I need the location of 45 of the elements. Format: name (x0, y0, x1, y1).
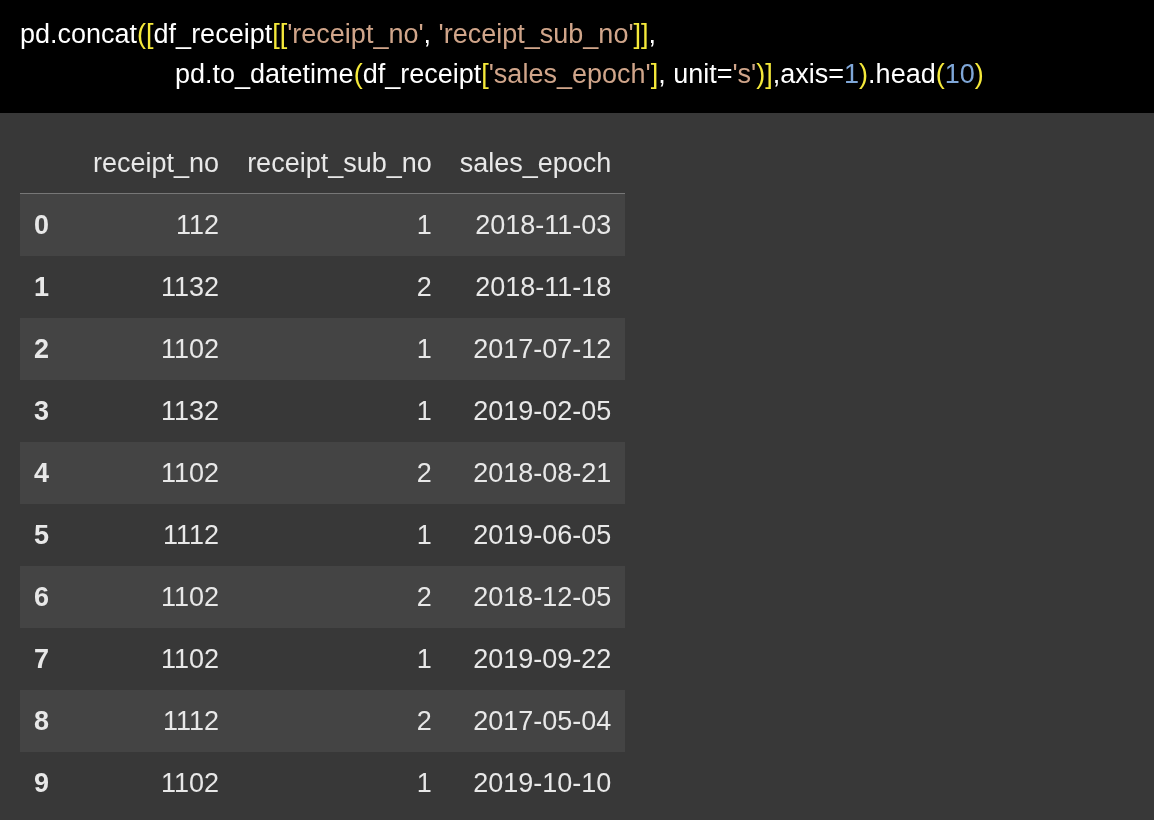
row-index: 5 (20, 504, 80, 566)
table-cell: 1 (233, 318, 446, 380)
table-cell: 2 (233, 442, 446, 504)
row-index: 3 (20, 380, 80, 442)
table-cell: 1132 (79, 380, 234, 442)
table-cell: 2018-12-05 (445, 566, 626, 628)
table-cell: 2019-02-05 (445, 380, 626, 442)
table-cell: 1 (233, 504, 446, 566)
table-cell: 1 (233, 752, 446, 814)
table-cell: 2018-11-03 (445, 193, 626, 256)
table-cell: 1 (233, 193, 446, 256)
row-index: 6 (20, 566, 80, 628)
table-cell: 1132 (79, 256, 234, 318)
table-cell: 2018-08-21 (445, 442, 626, 504)
table-cell: 1102 (79, 752, 234, 814)
row-index: 7 (20, 628, 80, 690)
table-cell: 1 (233, 380, 446, 442)
table-cell: 1102 (79, 566, 234, 628)
column-header: sales_epoch (445, 133, 626, 194)
row-index: 4 (20, 442, 80, 504)
row-index: 9 (20, 752, 80, 814)
table-cell: 2017-05-04 (445, 690, 626, 752)
row-index: 1 (20, 256, 80, 318)
table-cell: 1112 (79, 504, 234, 566)
table-cell: 1102 (79, 318, 234, 380)
table-cell: 1112 (79, 690, 234, 752)
table-cell: 2 (233, 256, 446, 318)
table-cell: 1 (233, 628, 446, 690)
table-cell: 2019-10-10 (445, 752, 626, 814)
table-cell: 2019-09-22 (445, 628, 626, 690)
table-cell: 112 (79, 193, 234, 256)
code-line: pd.to_datetime(df_receipt['sales_epoch'], unit='s')],axis=1).head(10) (174, 58, 984, 91)
row-index: 8 (20, 690, 80, 752)
column-header: receipt_sub_no (233, 133, 446, 194)
code-line: pd.concat([df_receipt[['receipt_no', 'receipt_sub_no']], (20, 18, 657, 51)
table-cell: 1102 (79, 628, 234, 690)
row-index: 0 (20, 193, 80, 256)
row-index: 2 (20, 318, 80, 380)
table-cell: 2 (233, 690, 446, 752)
table-cell: 2 (233, 566, 446, 628)
table-cell: 2018-11-18 (445, 256, 626, 318)
table-cell: 2017-07-12 (445, 318, 626, 380)
column-header: receipt_no (79, 133, 234, 194)
table-cell: 1102 (79, 442, 234, 504)
table-cell: 2019-06-05 (445, 504, 626, 566)
